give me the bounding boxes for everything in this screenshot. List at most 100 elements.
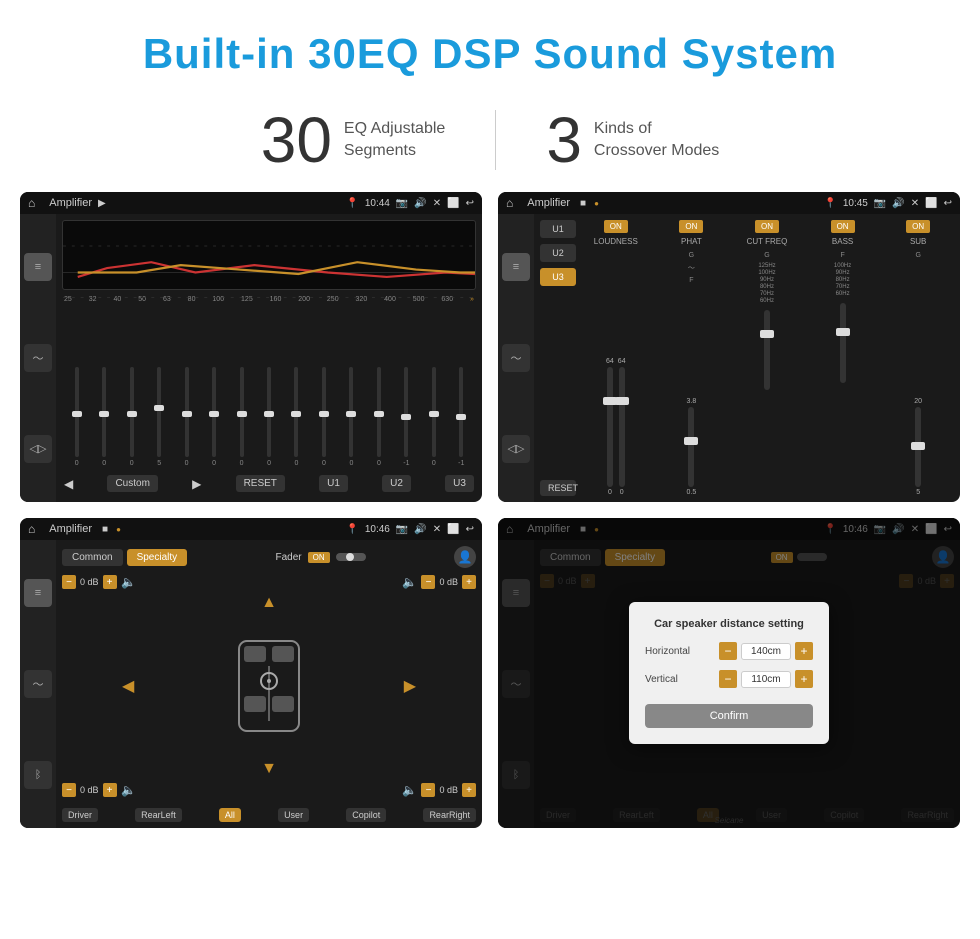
close-icon-3[interactable]: ✕ bbox=[433, 524, 441, 535]
eq-slider-3[interactable]: 5 bbox=[146, 367, 171, 467]
vol-plus-lt-3[interactable]: + bbox=[103, 575, 117, 589]
vol-side-btn-2[interactable]: ◁▷ bbox=[502, 435, 530, 463]
vol-side-btn-1[interactable]: ◁▷ bbox=[24, 435, 52, 463]
eq-slider-8[interactable]: 0 bbox=[284, 367, 309, 467]
eq-side-btn-2[interactable]: ≡ bbox=[502, 253, 530, 281]
reset-btn-1[interactable]: RESET bbox=[236, 475, 285, 492]
wave-side-btn-3[interactable]: 〜 bbox=[24, 670, 52, 698]
vol-minus-lb-3[interactable]: − bbox=[62, 783, 76, 797]
eq-slider-7[interactable]: 0 bbox=[256, 367, 281, 467]
common-btn-3[interactable]: Common bbox=[62, 549, 123, 566]
vol-minus-lt-3[interactable]: − bbox=[62, 575, 76, 589]
home-icon-1[interactable]: ⌂ bbox=[28, 196, 35, 210]
arrow-up-3[interactable]: ▲ bbox=[261, 594, 277, 612]
user-btn-3[interactable]: User bbox=[278, 808, 309, 822]
eq-slider-0[interactable]: 0 bbox=[64, 367, 89, 467]
screen-icon-1[interactable]: ⬜ bbox=[447, 198, 459, 209]
custom-btn[interactable]: Custom bbox=[107, 475, 157, 492]
toggle-bass[interactable]: ON bbox=[831, 220, 855, 233]
page-title: Built-in 30EQ DSP Sound System bbox=[0, 0, 980, 98]
u2-btn-1[interactable]: U2 bbox=[382, 475, 411, 492]
vol-minus-rb-3[interactable]: − bbox=[421, 783, 435, 797]
toggle-sub[interactable]: ON bbox=[906, 220, 930, 233]
screen-icon-3[interactable]: ⬜ bbox=[447, 524, 459, 535]
prev-arrow[interactable]: ◀ bbox=[64, 477, 73, 491]
eq-slider-11[interactable]: 0 bbox=[366, 367, 391, 467]
preset-u3[interactable]: U3 bbox=[540, 268, 576, 286]
play-arrow[interactable]: ▶ bbox=[192, 477, 201, 491]
copilot-btn-3[interactable]: Copilot bbox=[346, 808, 386, 822]
vol-value-lt-3: 0 dB bbox=[80, 577, 99, 587]
home-icon-2[interactable]: ⌂ bbox=[506, 196, 513, 210]
arrow-left-3[interactable]: ◀ bbox=[122, 676, 134, 696]
preset-u2[interactable]: U2 bbox=[540, 244, 576, 262]
fader-on-3[interactable]: ON bbox=[308, 552, 330, 563]
back-icon-1[interactable]: ↩ bbox=[466, 198, 474, 209]
eq-slider-12[interactable]: -1 bbox=[394, 367, 419, 467]
u3-btn-1[interactable]: U3 bbox=[445, 475, 474, 492]
toggle-loudness[interactable]: ON bbox=[604, 220, 628, 233]
fader-row-3: Fader ON bbox=[276, 552, 366, 563]
vol-plus-rt-3[interactable]: + bbox=[462, 575, 476, 589]
vertical-minus-btn[interactable]: − bbox=[719, 670, 737, 688]
eq-slider-4[interactable]: 0 bbox=[174, 367, 199, 467]
bt-side-btn-3[interactable]: ᛒ bbox=[24, 761, 52, 789]
eq-slider-13[interactable]: 0 bbox=[421, 367, 446, 467]
horizontal-plus-btn[interactable]: + bbox=[795, 642, 813, 660]
rearright-btn-3[interactable]: RearRight bbox=[423, 808, 476, 822]
play-icon-1[interactable]: ▶ bbox=[98, 198, 106, 209]
wave-side-btn-2[interactable]: 〜 bbox=[502, 344, 530, 372]
toggle-phat[interactable]: ON bbox=[679, 220, 703, 233]
screen-content-3: ≡ 〜 ᛒ Common Specialty Fader ON bbox=[20, 540, 482, 828]
status-left-1: ⌂ Amplifier ▶ bbox=[28, 196, 106, 210]
channel-cutfreq: ON CUT FREQ G 125Hz 100Hz 90Hz 80Hz 70Hz… bbox=[731, 220, 803, 496]
close-icon-1[interactable]: ✕ bbox=[433, 198, 441, 209]
screens-grid: ⌂ Amplifier ▶ 📍 10:44 📷 🔊 ✕ ⬜ ↩ ≡ 〜 ◁▷ bbox=[0, 192, 980, 848]
vol-plus-lb-3[interactable]: + bbox=[103, 783, 117, 797]
dialog-vertical-row: Vertical − 110cm + bbox=[645, 670, 813, 688]
reset-btn-2[interactable]: RESET bbox=[540, 480, 576, 496]
back-icon-2[interactable]: ↩ bbox=[944, 198, 952, 209]
screen-icon-2[interactable]: ⬜ bbox=[925, 198, 937, 209]
confirm-button[interactable]: Confirm bbox=[645, 704, 813, 728]
vol-icon-1[interactable]: 🔊 bbox=[414, 198, 426, 209]
eq-slider-6[interactable]: 0 bbox=[229, 367, 254, 467]
channel-phat: ON PHAT G 〜 F 3.8 0.5 bbox=[656, 220, 728, 496]
profile-icon-3[interactable]: 👤 bbox=[454, 546, 476, 568]
vol-left-bot-3: − 0 dB + 🔈 bbox=[62, 782, 137, 798]
specialty-btn-3[interactable]: Specialty bbox=[127, 549, 188, 566]
vol-icon-2[interactable]: 🔊 bbox=[892, 198, 904, 209]
rearleft-btn-3[interactable]: RearLeft bbox=[135, 808, 182, 822]
driver-btn-3[interactable]: Driver bbox=[62, 808, 98, 822]
ch-row-bottom-3: − 0 dB + 🔈 🔈 − 0 dB + bbox=[62, 782, 476, 798]
wave-side-btn-1[interactable]: 〜 bbox=[24, 344, 52, 372]
label-sub: SUB bbox=[910, 237, 926, 246]
close-icon-2[interactable]: ✕ bbox=[911, 198, 919, 209]
vol-icon-3[interactable]: 🔊 bbox=[414, 524, 426, 535]
eq-sliders: 0 0 0 5 0 bbox=[62, 309, 476, 467]
preset-u1[interactable]: U1 bbox=[540, 220, 576, 238]
side-controls-1: ≡ 〜 ◁▷ bbox=[20, 214, 56, 502]
back-icon-3[interactable]: ↩ bbox=[466, 524, 474, 535]
vol-minus-rt-3[interactable]: − bbox=[421, 575, 435, 589]
eq-slider-10[interactable]: 0 bbox=[339, 367, 364, 467]
toggle-cutfreq[interactable]: ON bbox=[755, 220, 779, 233]
eq-side-btn-1[interactable]: ≡ bbox=[24, 253, 52, 281]
arrow-right-3[interactable]: ▶ bbox=[404, 676, 416, 696]
screen-amplifier: ⌂ Amplifier ■ ● 📍 10:46 📷 🔊 ✕ ⬜ ↩ ≡ 〜 ᛒ bbox=[20, 518, 482, 828]
app-title-2: Amplifier bbox=[527, 197, 570, 209]
eq-slider-14[interactable]: -1 bbox=[449, 367, 474, 467]
arrow-down-3[interactable]: ▼ bbox=[261, 760, 277, 778]
home-icon-3[interactable]: ⌂ bbox=[28, 522, 35, 536]
u1-btn-1[interactable]: U1 bbox=[319, 475, 348, 492]
eq-slider-9[interactable]: 0 bbox=[311, 367, 336, 467]
vol-plus-rb-3[interactable]: + bbox=[462, 783, 476, 797]
eq-slider-1[interactable]: 0 bbox=[91, 367, 116, 467]
eq-slider-2[interactable]: 0 bbox=[119, 367, 144, 467]
eq-slider-5[interactable]: 0 bbox=[201, 367, 226, 467]
eq-side-btn-3[interactable]: ≡ bbox=[24, 579, 52, 607]
horizontal-minus-btn[interactable]: − bbox=[719, 642, 737, 660]
fader-slider-3[interactable] bbox=[336, 553, 366, 561]
vertical-plus-btn[interactable]: + bbox=[795, 670, 813, 688]
all-btn-3[interactable]: All bbox=[219, 808, 241, 822]
